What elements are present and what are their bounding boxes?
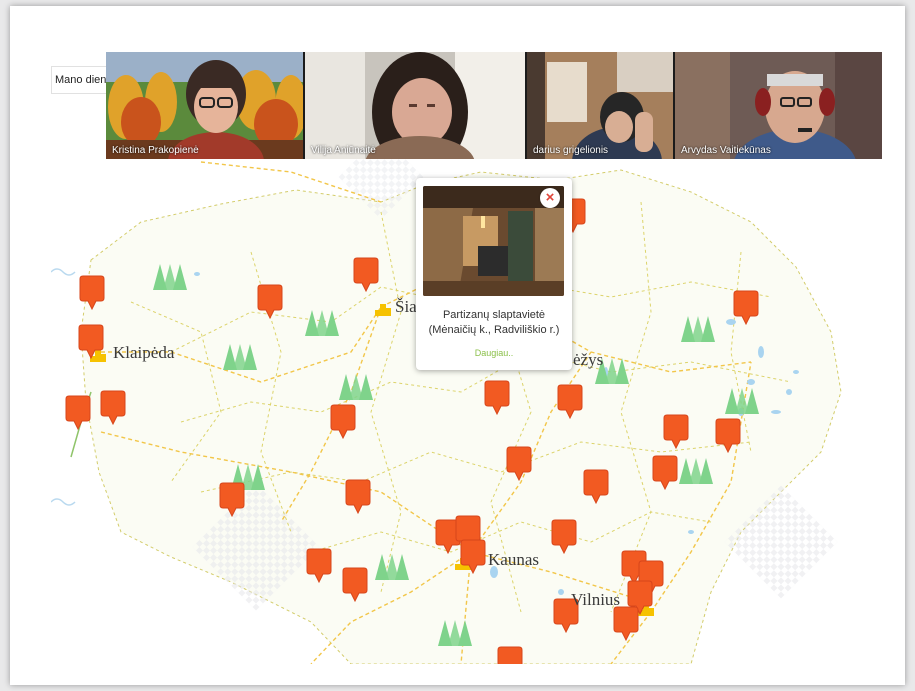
popup-more-link[interactable]: Daugiau.. — [416, 348, 572, 358]
popup-title: Partizanų slaptavietė (Mėnaičių k., Radv… — [428, 309, 560, 336]
participant-video — [305, 52, 525, 159]
participant-tile[interactable]: darius grigelionis — [527, 52, 673, 159]
city-label-vilnius: Vilnius — [571, 590, 621, 609]
video-call-strip: Kristina Prakopienė Vilija Aniūnaitė dar… — [106, 52, 882, 159]
city-label-klaipeda: Klaipėda — [113, 343, 175, 362]
participant-video — [527, 52, 673, 159]
city-label-panevezys: ėžys — [573, 350, 604, 369]
city-label-kaunas: Kaunas — [488, 550, 539, 569]
participant-tile[interactable]: Vilija Aniūnaitė — [305, 52, 525, 159]
map-marker-icon[interactable] — [65, 395, 91, 431]
coast-wave — [51, 498, 76, 506]
close-icon[interactable]: × — [540, 188, 560, 208]
participant-name: darius grigelionis — [533, 145, 609, 156]
map-marker-icon[interactable] — [497, 646, 523, 664]
participant-name: Vilija Aniūnaitė — [311, 145, 376, 156]
participant-tile[interactable]: Kristina Prakopienė — [106, 52, 303, 159]
participant-video — [675, 52, 882, 159]
city-label-siauliai: Šia — [395, 297, 417, 316]
participant-video — [106, 52, 303, 159]
coast-wave — [51, 268, 76, 276]
participant-name: Kristina Prakopienė — [112, 145, 199, 156]
participant-name: Arvydas Vaitiekūnas — [681, 145, 771, 156]
place-popup[interactable]: × Partizanų slaptavietė (Mėnaičių k., Ra… — [416, 178, 572, 370]
participant-tile[interactable]: Arvydas Vaitiekūnas — [675, 52, 882, 159]
